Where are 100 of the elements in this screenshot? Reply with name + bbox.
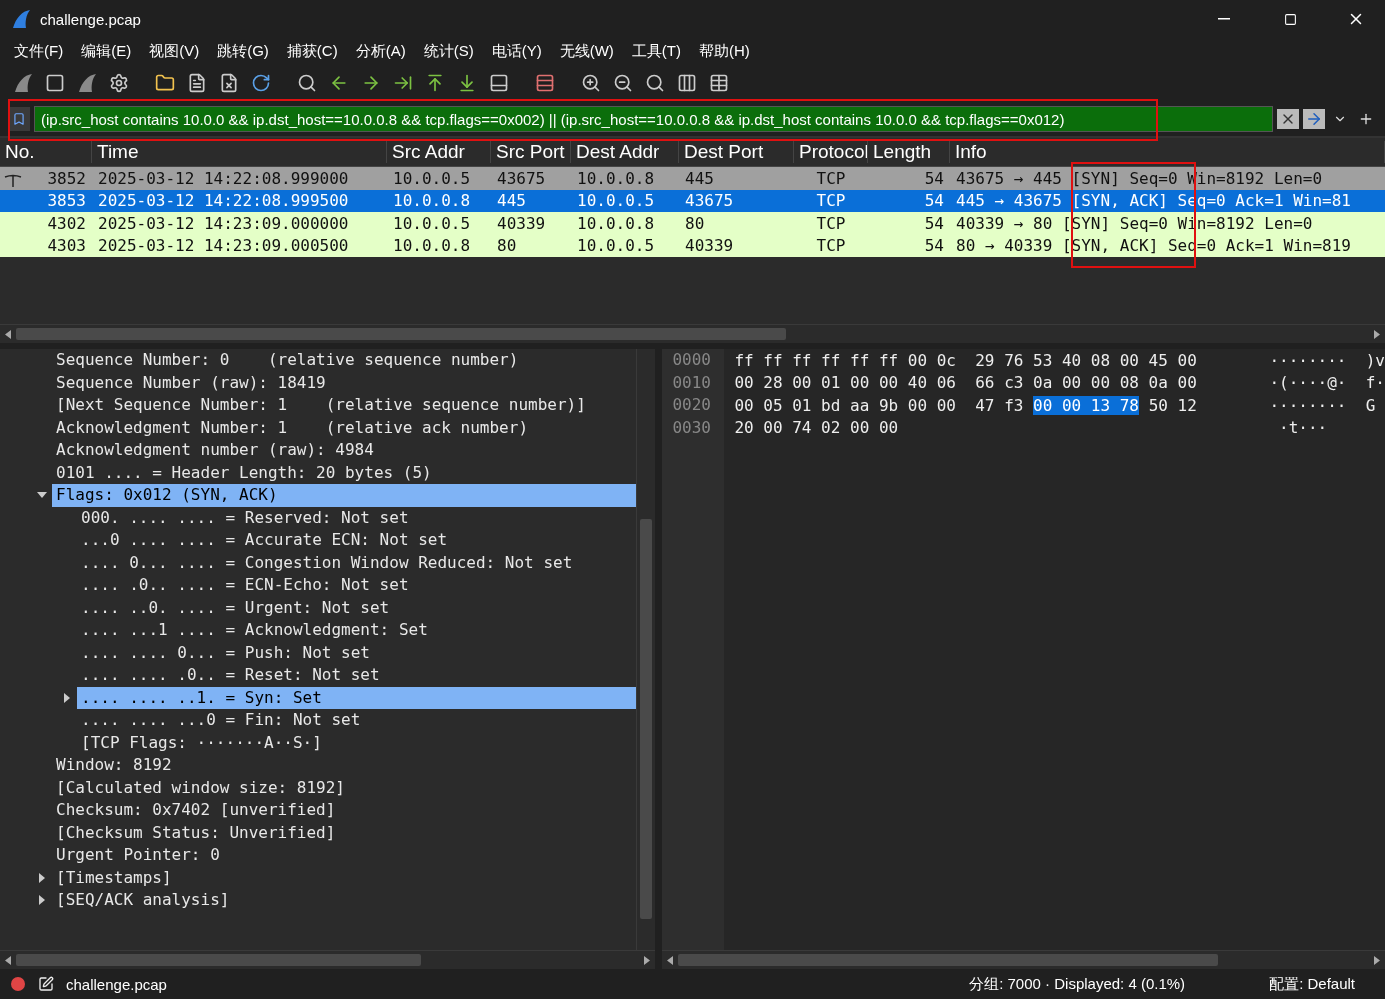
autoscroll-icon	[489, 73, 509, 93]
search-icon	[297, 73, 317, 93]
menu-item[interactable]: 编辑(E)	[73, 39, 140, 63]
ascii-text: ·t···	[1278, 418, 1329, 438]
menu-item[interactable]: 统计(S)	[415, 39, 482, 63]
scroll-left-icon[interactable]	[5, 955, 11, 965]
tree-item[interactable]: .... 0... .... = Congestion Window Reduced: Not set	[77, 551, 637, 574]
menu-item[interactable]: 帮助(H)	[690, 39, 758, 63]
ascii-text: ·(····@· f·	[1269, 373, 1385, 393]
bookmark-button[interactable]	[8, 107, 30, 131]
scrollbar-thumb[interactable]	[678, 954, 1219, 966]
menu-item[interactable]: 文件(F)	[6, 39, 72, 63]
column-header[interactable]: No.	[0, 141, 92, 163]
offset-label: 0030	[671, 416, 712, 439]
tree-item[interactable]: Flags: 0x012 (SYN, ACK)	[52, 484, 637, 507]
menu-item[interactable]: 跳转(G)	[209, 39, 277, 63]
filter-field[interactable]: (ip.src_host contains 10.0.0 && ip.dst_host==10.0.0.8 && tcp.flags==0x002) || (ip.src_host==10.0.0.8 && ip.dst_host contains 10.0.0 && tcp.flags==0x012)	[34, 106, 1273, 132]
scroll-right-icon[interactable]	[1374, 955, 1380, 965]
tree-item[interactable]: [Calculated window size: 8192]	[52, 776, 637, 799]
tree-item[interactable]: .... ..0. .... = Urgent: Not set	[77, 596, 637, 619]
column-header[interactable]: Time	[92, 141, 387, 163]
expand-arrow-icon[interactable]	[63, 692, 71, 703]
tree-item[interactable]: Acknowledgment number (raw): 4984	[52, 439, 637, 462]
scrollbar-thumb[interactable]	[640, 519, 653, 919]
table-cell-text: 2025-03-12 14:22:08.999500	[97, 191, 350, 211]
edit-icon[interactable]	[38, 976, 54, 992]
hex-bytes[interactable]: 00 05 01 bd aa 9b 00 00 47 f3	[734, 395, 1034, 415]
table-cell-text: 10.0.0.8	[576, 168, 656, 188]
column-header[interactable]: Protocol	[794, 141, 868, 163]
scrollbar-thumb[interactable]	[16, 328, 786, 340]
ascii-text: ········ )v	[1269, 350, 1385, 370]
table-cell-text: 54	[923, 213, 945, 233]
menu-item[interactable]: 工具(T)	[623, 39, 689, 63]
offset-label: 0010	[671, 371, 712, 394]
table-cell-text: 54	[923, 236, 945, 256]
table-icon	[709, 73, 729, 93]
menu-item[interactable]: 电话(Y)	[483, 39, 550, 63]
tree-item[interactable]: 000. .... .... = Reserved: Not set	[77, 506, 637, 529]
plus-icon	[1358, 111, 1374, 127]
horizontal-scrollbar[interactable]	[662, 950, 1385, 969]
tree-item[interactable]: Urgent Pointer: 0	[52, 844, 637, 867]
menu-item[interactable]: 捕获(C)	[278, 39, 346, 63]
tree-item[interactable]: [TCP Flags: ·······A··S·]	[77, 731, 637, 754]
maximize-icon	[1283, 12, 1297, 26]
clear-button[interactable]	[1277, 109, 1299, 129]
offset-label: 0020	[671, 394, 712, 416]
menu-item[interactable]: 无线(W)	[551, 39, 622, 63]
tree-item[interactable]: [Timestamps]	[52, 866, 637, 889]
scroll-left-icon[interactable]	[5, 329, 11, 339]
tree-item[interactable]: Sequence Number: 0 (relative sequence number)	[52, 349, 637, 372]
tree-item[interactable]: 0101 .... = Header Length: 20 bytes (5)	[52, 461, 637, 484]
table-cell-text: TCP	[815, 213, 847, 233]
tree-item[interactable]: Window: 8192	[52, 754, 637, 777]
table-cell-text: 2025-03-12 14:23:09.000000	[97, 213, 350, 233]
hex-bytes[interactable]: 00 28 00 01 00 00 40 06 66 c3 0a 00 00 08 0a 00	[734, 373, 1197, 393]
tree-item[interactable]: Acknowledgment Number: 1 (relative ack number)	[52, 416, 637, 439]
tree-item[interactable]: .... .... ...0 = Fin: Not set	[77, 709, 637, 732]
scroll-left-icon[interactable]	[667, 955, 674, 965]
table-cell-text: 10.0.0.8	[392, 191, 472, 211]
hex-bytes[interactable]: 00 00 13 78	[1033, 395, 1139, 415]
column-header[interactable]: Length	[868, 141, 950, 163]
tree-item[interactable]: .... .... ..1. = Syn: Set	[77, 686, 637, 709]
tree-item[interactable]: .... .0.. .... = ECN-Echo: Not set	[77, 574, 637, 597]
column-header[interactable]: Src Addr	[387, 141, 491, 163]
hex-bytes[interactable]: ff ff ff ff ff ff 00 0c 29 76 53 40 08 00 45 00	[734, 350, 1197, 370]
horizontal-scrollbar[interactable]	[0, 324, 1385, 343]
column-header[interactable]: Info	[950, 141, 1385, 163]
hex-bytes[interactable]: 20 00 74 02 00 00	[734, 418, 899, 438]
tree-item[interactable]: [Checksum Status: Unverified]	[52, 821, 637, 844]
tree-item[interactable]: Sequence Number (raw): 18419	[52, 371, 637, 394]
expand-arrow-icon[interactable]	[38, 872, 46, 883]
table-cell-text: 80	[684, 213, 706, 233]
column-header[interactable]: Dest Port	[679, 141, 794, 163]
column-header[interactable]: Dest Addr	[571, 141, 679, 163]
record-icon[interactable]	[10, 976, 26, 992]
column-header[interactable]: Src Port	[491, 141, 571, 163]
scroll-right-icon[interactable]	[1374, 329, 1380, 339]
menu-item[interactable]: 视图(V)	[141, 39, 208, 63]
offset-label: 0000	[671, 349, 712, 371]
tree-item[interactable]: .... ...1 .... = Acknowledgment: Set	[77, 619, 637, 642]
tree-item[interactable]: ...0 .... .... = Accurate ECN: Not set	[77, 529, 637, 552]
hex-bytes[interactable]: 50 12	[1139, 395, 1197, 415]
tree-item[interactable]: .... .... 0... = Push: Not set	[77, 641, 637, 664]
horizontal-scrollbar[interactable]	[0, 950, 656, 969]
tree-item[interactable]: Checksum: 0x7402 [unverified]	[52, 799, 637, 822]
window-title: challenge.pcap	[40, 10, 142, 28]
menu-item[interactable]: 分析(A)	[347, 39, 414, 63]
tree-item[interactable]: [SEQ/ACK analysis]	[52, 889, 637, 912]
scroll-right-icon[interactable]	[644, 955, 651, 965]
scrollbar-thumb[interactable]	[16, 954, 421, 966]
tree-item[interactable]: [Next Sequence Number: 1 (relative sequence number)]	[52, 394, 637, 417]
table-cell-text: 10.0.0.5	[392, 168, 472, 188]
apply-button[interactable]	[1303, 109, 1325, 129]
zoom-in-icon	[581, 73, 601, 93]
collapse-arrow-icon[interactable]	[37, 491, 47, 499]
arrow-right-icon	[1305, 110, 1323, 128]
fin-logo-icon	[10, 8, 32, 30]
expand-arrow-icon[interactable]	[38, 895, 46, 906]
table-cell: 3852	[0, 168, 92, 188]
tree-item[interactable]: .... .... .0.. = Reset: Not set	[77, 664, 637, 687]
